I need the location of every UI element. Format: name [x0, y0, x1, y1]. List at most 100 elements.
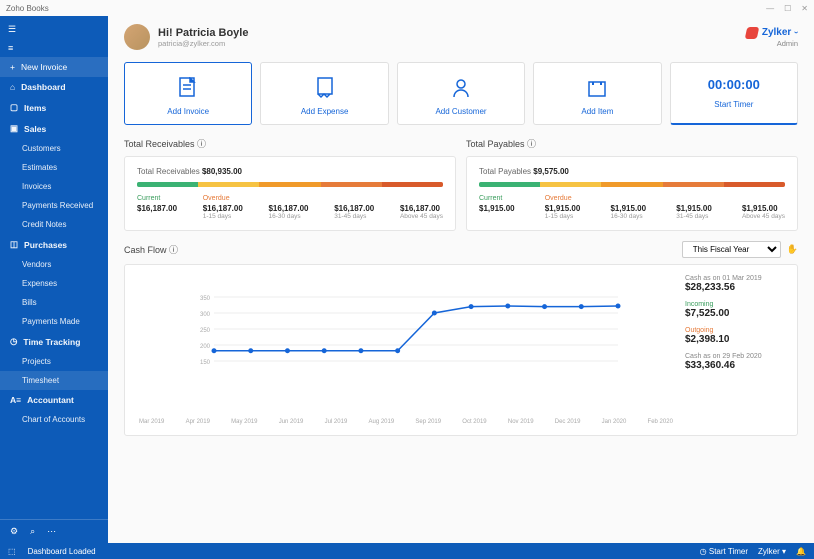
- receivables-bar: [137, 182, 443, 187]
- sidebar-item-customers[interactable]: Customers: [0, 139, 108, 158]
- home-icon: ⌂: [10, 82, 15, 92]
- svg-text:300: 300: [200, 312, 211, 318]
- sidebar-item-credit-notes[interactable]: Credit Notes: [0, 215, 108, 234]
- sidebar-group-accountant[interactable]: A≡ Accountant: [0, 390, 108, 410]
- sidebar: ☰ ≡ + New Invoice ⌂ Dashboard ▢ Items ▣ …: [0, 16, 108, 543]
- sidebar-item-payments-received[interactable]: Payments Received: [0, 196, 108, 215]
- incoming-value: $7,525.00: [685, 308, 787, 319]
- sidebar-item-items[interactable]: ▢ Items: [0, 97, 108, 118]
- opening-label: Cash as on 01 Mar 2019: [685, 275, 787, 282]
- statusbar: ⬚ Dashboard Loaded ◷ Start Timer Zylker …: [0, 543, 814, 559]
- status-icon: ⬚: [8, 547, 16, 556]
- menu-icon[interactable]: ☰: [8, 24, 16, 35]
- sidebar-item-label: Time Tracking: [23, 337, 80, 347]
- payables-card: Total Payables $9,575.00 Current$1,915.0…: [466, 156, 798, 231]
- settings-icon[interactable]: ⚙: [10, 526, 18, 537]
- sidebar-item-label: Accountant: [27, 395, 74, 405]
- help-icon[interactable]: ✋: [787, 244, 798, 255]
- close-icon[interactable]: ✕: [801, 4, 808, 13]
- collapse-icon[interactable]: ≡: [8, 43, 13, 53]
- org-switcher[interactable]: Zylker: [746, 27, 798, 39]
- search-icon[interactable]: ⌕: [30, 526, 35, 537]
- closing-value: $33,360.46: [685, 360, 787, 371]
- maximize-icon[interactable]: ☐: [784, 4, 791, 13]
- accountant-icon: A≡: [10, 395, 21, 405]
- add-invoice-card[interactable]: Add Invoice: [124, 62, 252, 125]
- cart-icon: ▣: [10, 123, 18, 134]
- aging-bucket: $1,915.0031-45 days: [676, 195, 712, 220]
- sidebar-item-expenses[interactable]: Expenses: [0, 274, 108, 293]
- total-label: Total Payables: [479, 167, 531, 176]
- add-expense-card[interactable]: Add Expense: [260, 62, 388, 125]
- org-icon: [745, 27, 760, 39]
- sidebar-item-label: Purchases: [24, 240, 67, 250]
- tag-icon: ▢: [10, 102, 18, 113]
- avatar[interactable]: [124, 24, 150, 50]
- total-label: Total Receivables: [137, 167, 200, 176]
- user-role: Admin: [746, 39, 798, 48]
- sidebar-item-vendors[interactable]: Vendors: [0, 255, 108, 274]
- incoming-label: Incoming: [685, 301, 787, 308]
- org-status[interactable]: Zylker ▾: [758, 547, 786, 556]
- start-timer-card[interactable]: 00:00:00 Start Timer: [670, 62, 798, 125]
- sidebar-group-time[interactable]: ◷ Time Tracking: [0, 331, 108, 352]
- opening-value: $28,233.56: [685, 282, 787, 293]
- more-icon[interactable]: ⋯: [47, 526, 56, 537]
- add-item-card[interactable]: Add Item: [533, 62, 661, 125]
- add-customer-card[interactable]: Add Customer: [397, 62, 525, 125]
- sidebar-item-label: Dashboard: [21, 82, 65, 92]
- sidebar-item-label: Items: [24, 103, 46, 113]
- sidebar-item-bills[interactable]: Bills: [0, 293, 108, 312]
- new-invoice-button[interactable]: + New Invoice: [0, 57, 108, 77]
- svg-text:150: 150: [200, 360, 211, 366]
- app-title: Zoho Books: [6, 4, 49, 13]
- sidebar-item-chart-of-accounts[interactable]: Chart of Accounts: [0, 410, 108, 429]
- timer-display: 00:00:00: [675, 77, 793, 92]
- payables-bar: [479, 182, 785, 187]
- total-value: $80,935.00: [202, 167, 242, 176]
- aging-bucket: Current$16,187.00: [137, 195, 177, 220]
- svg-text:250: 250: [200, 328, 211, 334]
- sidebar-item-label: Sales: [24, 124, 46, 134]
- sidebar-item-payments-made[interactable]: Payments Made: [0, 312, 108, 331]
- item-icon: [538, 77, 656, 99]
- sidebar-item-timesheet[interactable]: Timesheet: [0, 371, 108, 390]
- aging-bucket: Current$1,915.00: [479, 195, 515, 220]
- card-label: Start Timer: [675, 100, 793, 109]
- sidebar-item-label: New Invoice: [21, 62, 67, 72]
- plus-icon: +: [10, 62, 15, 72]
- aging-bucket: Overdue$1,915.001-15 days: [545, 195, 581, 220]
- period-select[interactable]: This Fiscal Year: [682, 241, 781, 258]
- card-label: Add Customer: [402, 107, 520, 116]
- bell-icon[interactable]: 🔔: [796, 547, 806, 556]
- outgoing-value: $2,398.10: [685, 334, 787, 345]
- card-label: Add Item: [538, 107, 656, 116]
- aging-bucket: $16,187.0016-30 days: [268, 195, 308, 220]
- receivables-title: Total Receivables ⓘ: [124, 137, 456, 150]
- total-value: $9,575.00: [533, 167, 569, 176]
- sidebar-group-sales[interactable]: ▣ Sales: [0, 118, 108, 139]
- card-label: Add Expense: [265, 107, 383, 116]
- aging-bucket: $16,187.0031-45 days: [334, 195, 374, 220]
- cashflow-title: Cash Flow ⓘ: [124, 243, 178, 256]
- closing-label: Cash as on 29 Feb 2020: [685, 353, 787, 360]
- status-text: Dashboard Loaded: [28, 547, 96, 556]
- svg-text:350: 350: [200, 296, 211, 302]
- sidebar-item-estimates[interactable]: Estimates: [0, 158, 108, 177]
- sidebar-item-invoices[interactable]: Invoices: [0, 177, 108, 196]
- aging-bucket: Overdue$16,187.001-15 days: [203, 195, 243, 220]
- svg-text:200: 200: [200, 344, 211, 350]
- timer-status[interactable]: ◷ Start Timer: [700, 547, 748, 556]
- expense-icon: [265, 77, 383, 99]
- card-label: Add Invoice: [129, 107, 247, 116]
- sidebar-item-dashboard[interactable]: ⌂ Dashboard: [0, 77, 108, 97]
- outgoing-label: Outgoing: [685, 327, 787, 334]
- sidebar-item-projects[interactable]: Projects: [0, 352, 108, 371]
- aging-bucket: $1,915.0016-30 days: [610, 195, 646, 220]
- minimize-icon[interactable]: —: [766, 4, 774, 13]
- payables-title: Total Payables ⓘ: [466, 137, 798, 150]
- sidebar-group-purchases[interactable]: ◫ Purchases: [0, 234, 108, 255]
- customer-icon: [402, 77, 520, 99]
- aging-bucket: $1,915.00Above 45 days: [742, 195, 785, 220]
- bag-icon: ◫: [10, 239, 18, 250]
